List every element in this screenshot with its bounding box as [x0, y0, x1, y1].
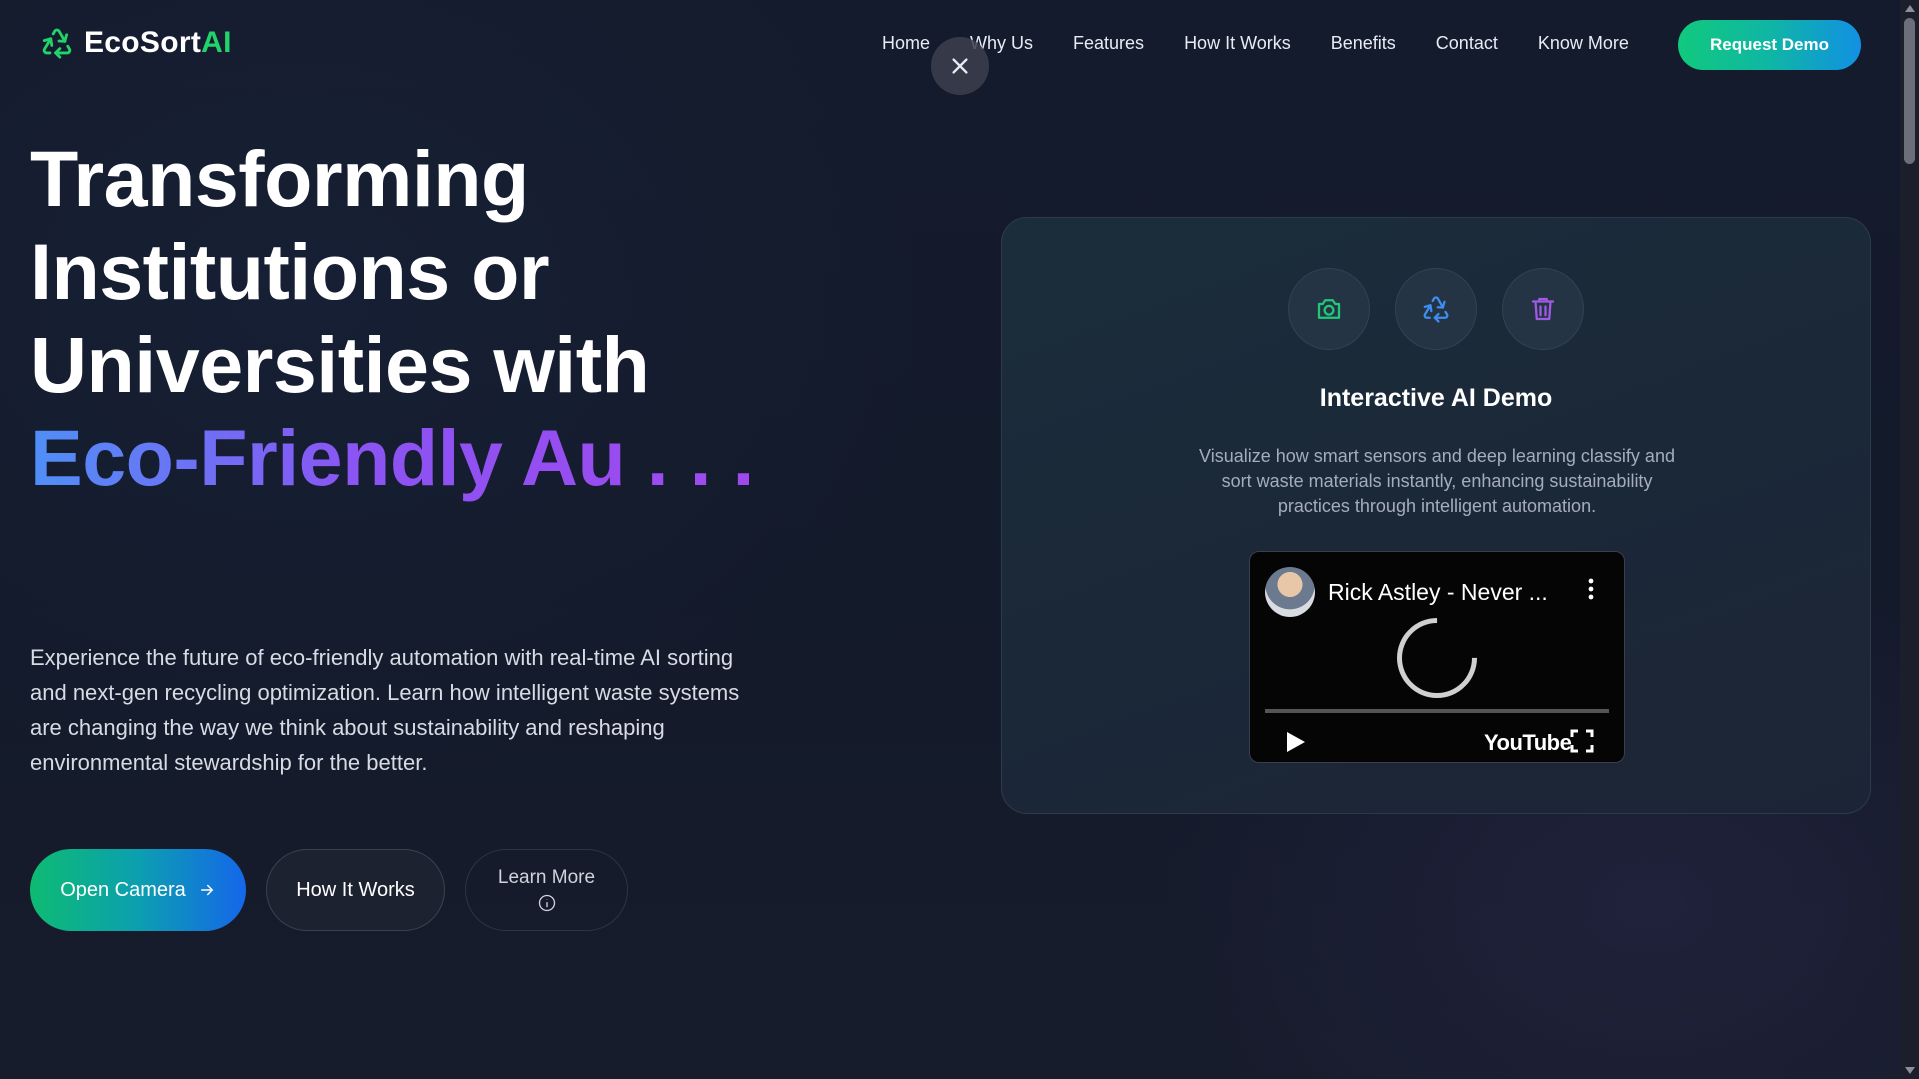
learn-more-label: Learn More [497, 867, 596, 888]
arrow-right-icon [200, 884, 214, 896]
nav-features[interactable]: Features [1073, 33, 1144, 54]
scroll-down-icon[interactable] [1905, 1067, 1915, 1074]
open-camera-label: Open Camera [60, 878, 186, 901]
camera-icon [1317, 299, 1341, 319]
open-camera-button[interactable]: Open Camera [30, 849, 246, 931]
hero-title-line: Institutions or [30, 227, 550, 316]
brand-logo[interactable]: EcoSortAI [40, 26, 232, 60]
hero-title: Transforming Institutions or Universitie… [30, 132, 755, 504]
hero-title-line: Universities with [30, 320, 650, 409]
channel-avatar[interactable] [1265, 567, 1315, 617]
loading-spinner-icon [1380, 601, 1494, 715]
youtube-logo[interactable]: YouTube [1484, 730, 1572, 756]
scrollbar-thumb[interactable] [1904, 18, 1915, 164]
video-title[interactable]: Rick Astley - Never ... [1328, 579, 1548, 606]
how-it-works-button[interactable]: How It Works [266, 849, 445, 931]
learn-more-button[interactable]: Learn More [465, 849, 628, 931]
close-icon [952, 58, 968, 74]
trash-icon [1531, 297, 1555, 321]
trash-button[interactable] [1502, 268, 1584, 350]
play-icon[interactable] [1285, 730, 1307, 754]
nav-links: Home Why Us Features How It Works Benefi… [882, 33, 1629, 54]
nav-know-more[interactable]: Know More [1538, 33, 1629, 54]
demo-card-title: Interactive AI Demo [1319, 384, 1553, 412]
video-progress-bar[interactable] [1265, 709, 1609, 713]
recycle-button[interactable] [1395, 268, 1477, 350]
request-demo-button[interactable]: Request Demo [1678, 20, 1861, 70]
demo-card-description: Visualize how smart sensors and deep lea… [1199, 446, 1675, 516]
hero-title-highlight: Eco-Friendly Au . . . [30, 413, 755, 502]
more-options-icon[interactable] [1588, 578, 1594, 600]
hero-title-line: Transforming [30, 134, 529, 223]
youtube-embed[interactable]: Rick Astley - Never ... YouTube [1249, 551, 1625, 763]
fullscreen-icon[interactable] [1570, 729, 1594, 753]
demo-icon-row [1002, 268, 1870, 350]
nav-home[interactable]: Home [882, 33, 930, 54]
nav-how-it-works[interactable]: How It Works [1184, 33, 1291, 54]
close-button[interactable] [931, 37, 989, 95]
brand-name: EcoSortAI [84, 26, 232, 59]
hero-actions: Open Camera How It Works Learn More [30, 849, 628, 931]
interactive-demo-card: Interactive AI Demo Visualize how smart … [1001, 217, 1871, 814]
camera-button[interactable] [1288, 268, 1370, 350]
scroll-up-icon[interactable] [1905, 5, 1915, 12]
hero-description: Experience the future of eco-friendly au… [30, 645, 740, 775]
vertical-scrollbar[interactable] [1900, 0, 1919, 1079]
recycle-icon [42, 28, 72, 59]
info-icon [538, 894, 555, 912]
nav-contact[interactable]: Contact [1436, 33, 1498, 54]
nav-benefits[interactable]: Benefits [1331, 33, 1396, 54]
recycle-icon [1423, 296, 1449, 323]
